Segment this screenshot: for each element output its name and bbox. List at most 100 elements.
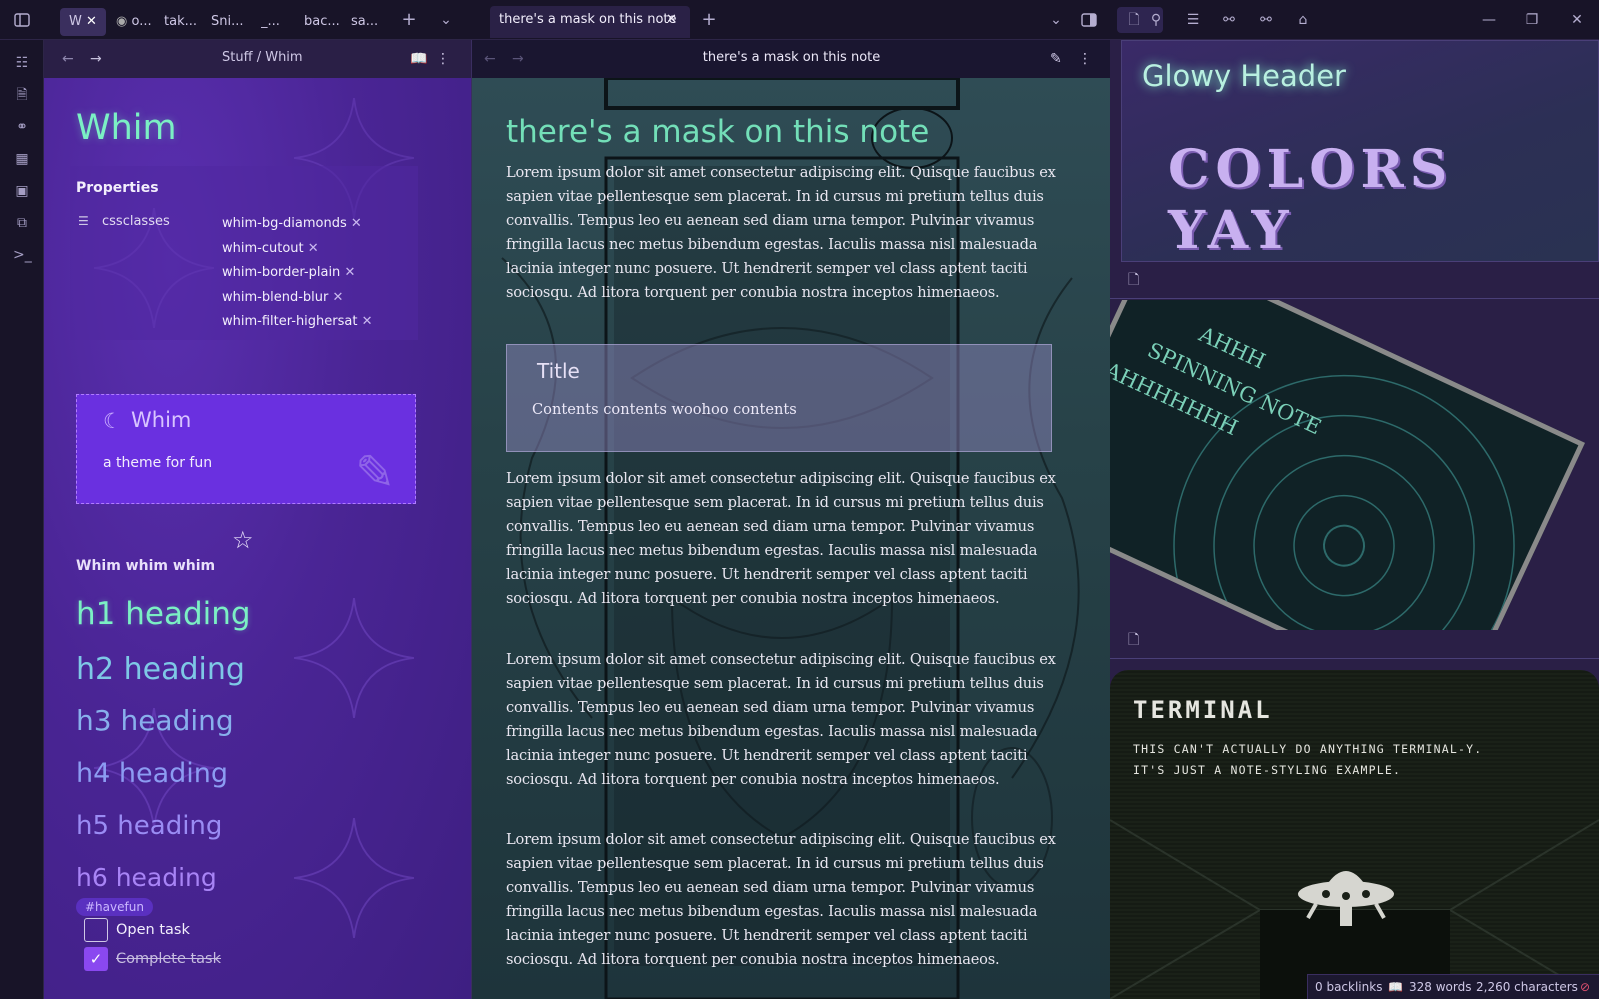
paragraph: Lorem ipsum dolor sit amet consectetur a… (506, 651, 1056, 788)
terminal-title: TERMINAL (1133, 696, 1273, 724)
close-icon[interactable]: ✕ (308, 241, 319, 256)
callout-title: Whim (131, 408, 192, 432)
calendar-icon[interactable]: ▣ (13, 182, 31, 200)
file-icon[interactable]: 🗋 (1128, 629, 1139, 653)
sidebar-toggle-icon[interactable] (13, 11, 31, 29)
tab-label: W (69, 14, 82, 29)
close-icon[interactable]: ✕ (344, 265, 355, 280)
callout-body: Contents contents woohoo contents (532, 401, 797, 418)
tab-2[interactable]: tak... (164, 8, 204, 36)
tab-github[interactable]: ◉ o... (116, 8, 156, 36)
right-sidebar-toggle-icon[interactable] (1080, 11, 1098, 29)
left-pane-header: ← → Stuff / Whim 📖 ⋮ (44, 40, 471, 78)
divider (1110, 298, 1599, 299)
copy-icon[interactable]: ⧉ (13, 214, 31, 232)
outgoing-link-icon[interactable]: ⚯ (1257, 11, 1275, 29)
pill-label: whim-bg-diamonds (222, 216, 347, 231)
back-icon[interactable]: ← (62, 51, 74, 67)
pill-label: whim-filter-highersat (222, 314, 358, 329)
list-icon[interactable]: ☰ (1184, 11, 1202, 29)
close-icon[interactable]: ✕ (666, 6, 677, 34)
edit-icon[interactable]: ✎ (1050, 51, 1062, 67)
note-title: there's a mask on this note (506, 114, 930, 150)
close-icon[interactable]: ✕ (332, 290, 343, 305)
spinning-note: AHHH SPINNING NOTE AHHHHHHH (1110, 300, 1586, 630)
pill-label: whim-cutout (222, 240, 304, 256)
property-name[interactable]: cssclasses (102, 214, 170, 229)
breadcrumb-current[interactable]: Whim (265, 50, 302, 65)
tab-label: there's a mask on this note (499, 12, 677, 27)
property-pill[interactable]: whim-border-plain ✕ (222, 261, 373, 286)
task-open-label: Open task (116, 922, 190, 938)
close-window-icon[interactable]: ✕ (1568, 11, 1586, 29)
tab-6[interactable]: sa... (351, 8, 387, 36)
bold-line: Whim whim whim (76, 558, 216, 574)
star-icon[interactable]: ☆ (232, 526, 254, 554)
property-pill[interactable]: whim-cutout ✕ (222, 237, 373, 262)
files-icon[interactable]: ☷ (13, 54, 31, 72)
graph-icon[interactable]: ⚭ (13, 118, 31, 136)
close-icon[interactable]: ✕ (351, 216, 362, 231)
property-pill[interactable]: whim-blend-blur ✕ (222, 286, 373, 311)
canvas-icon[interactable]: ▦ (13, 150, 31, 168)
file-icon[interactable]: 🗋 (1125, 11, 1143, 29)
ufo-icon (1298, 871, 1394, 926)
status-bar: 0 backlinks 📖 328 words 2,260 characters… (1307, 974, 1599, 999)
tab-3[interactable]: Sni... (211, 8, 251, 36)
chevron-down-icon[interactable]: ⌄ (1047, 11, 1065, 29)
left-pane: ← → Stuff / Whim 📖 ⋮ Whim Properties ☰ c… (44, 40, 471, 999)
minimize-icon[interactable]: — (1480, 11, 1498, 29)
tab-label: bac... (304, 14, 340, 29)
close-icon[interactable]: ✕ (362, 314, 373, 329)
pencil-icon: ✎ (355, 445, 396, 501)
callout: Title Contents contents woohoo contents (506, 344, 1052, 452)
sync-off-icon[interactable]: ⊘ (1580, 975, 1590, 999)
link-icon[interactable]: ⚯ (1220, 11, 1238, 29)
more-options-icon[interactable]: ⋮ (1078, 51, 1092, 67)
paragraph: Lorem ipsum dolor sit amet consectetur a… (506, 164, 1056, 301)
tag-icon[interactable]: ⌂ (1294, 11, 1312, 29)
close-icon[interactable]: ✕ (86, 8, 97, 36)
maximize-icon[interactable]: ❐ (1523, 11, 1541, 29)
property-pill[interactable]: whim-filter-highersat ✕ (222, 310, 373, 335)
tab-mask-note[interactable]: there's a mask on this note ✕ (490, 6, 690, 38)
property-pill[interactable]: whim-bg-diamonds ✕ (222, 212, 373, 237)
tab-label: Sni... (211, 14, 244, 29)
properties-block: Properties ☰ cssclasses whim-bg-diamonds… (70, 166, 418, 340)
title-bar: W ✕ ◉ o... tak... Sni... _... bac... sa..… (0, 0, 1599, 40)
tab-4[interactable]: _... (261, 8, 297, 36)
h3-heading: h3 heading (76, 704, 234, 737)
view-title[interactable]: there's a mask on this note (472, 50, 1110, 65)
task-checkbox-done[interactable]: ✓ (84, 947, 108, 971)
glowy-note: Glowy Header COLORS YAY (1121, 40, 1599, 262)
file-icon[interactable]: 🗋 (1128, 269, 1139, 293)
reading-view-icon[interactable]: 📖 (1388, 975, 1403, 999)
glowy-header: Glowy Header (1142, 59, 1346, 93)
tab-whim[interactable]: W ✕ (60, 8, 106, 36)
moon-icon: ☾ (103, 409, 122, 433)
more-options-icon[interactable]: ⋮ (436, 51, 450, 67)
right-pane: Glowy Header COLORS YAY 🗋 AHHH SPINNING … (1110, 40, 1599, 999)
pin-icon[interactable]: ⚲ (1147, 11, 1165, 29)
breadcrumb-parent[interactable]: Stuff (222, 50, 253, 65)
tab-5[interactable]: bac... (304, 8, 344, 36)
tag[interactable]: #havefun (76, 898, 153, 916)
new-tab-icon[interactable]: + (700, 11, 718, 29)
search-file-icon[interactable]: 🗎 (13, 86, 31, 104)
paragraph: Lorem ipsum dolor sit amet consectetur a… (506, 831, 1056, 968)
forward-icon[interactable]: → (90, 51, 102, 67)
pill-label: whim-border-plain (222, 265, 341, 280)
main-pane-header: ← → there's a mask on this note ✎ ⋮ (472, 40, 1110, 78)
reading-view-icon[interactable]: 📖 (410, 51, 427, 67)
new-tab-icon[interactable]: + (400, 11, 418, 29)
terminal-icon[interactable]: >_ (13, 246, 32, 264)
github-icon: ◉ (116, 14, 128, 29)
h2-heading: h2 heading (76, 652, 245, 687)
callout-title: Title (537, 359, 580, 383)
left-note: Whim Properties ☰ cssclasses whim-bg-dia… (44, 78, 471, 999)
task-checkbox-open[interactable] (84, 918, 108, 942)
note-title: Whim (76, 108, 177, 148)
backlinks-count[interactable]: 0 backlinks (1315, 975, 1382, 999)
terminal-line-2: IT'S JUST A NOTE-STYLING EXAMPLE. (1133, 763, 1402, 777)
chevron-down-icon[interactable]: ⌄ (437, 11, 455, 29)
